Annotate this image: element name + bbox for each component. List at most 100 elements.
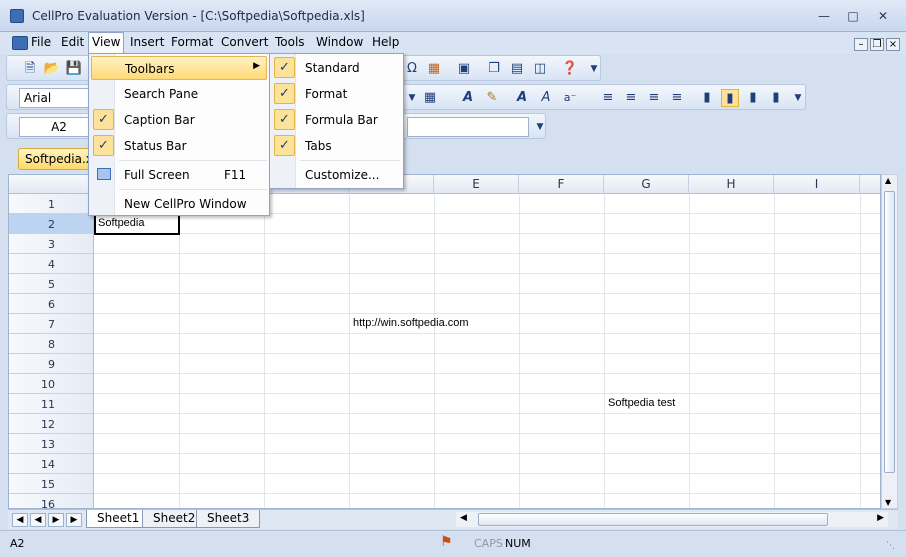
- doc-icon[interactable]: [12, 36, 28, 50]
- menu-file[interactable]: File: [31, 35, 51, 49]
- horizontal-scroll-thumb[interactable]: [478, 513, 828, 526]
- menu-format[interactable]: Format: [171, 35, 213, 49]
- mdi-restore-icon[interactable]: ❐: [870, 38, 884, 51]
- cell-g11[interactable]: Softpedia test: [608, 397, 675, 409]
- row-header[interactable]: 12: [9, 414, 94, 434]
- menu-item-standard[interactable]: ✓ Standard: [272, 56, 401, 80]
- split-horizontal-icon[interactable]: ▤: [508, 60, 526, 78]
- row-header[interactable]: 13: [9, 434, 94, 454]
- menu-item-full-screen[interactable]: Full Screen F11: [91, 163, 267, 187]
- open-folder-icon[interactable]: 📂: [43, 60, 61, 78]
- column-header[interactable]: G: [604, 175, 689, 194]
- menu-item-format[interactable]: ✓ Format: [272, 82, 401, 106]
- help-icon[interactable]: ❓: [561, 60, 579, 78]
- menu-edit[interactable]: Edit: [61, 35, 84, 49]
- vertical-scrollbar[interactable]: ▲ ▼: [881, 174, 898, 509]
- mdi-minimize-icon[interactable]: –: [854, 38, 868, 51]
- sheet-tab-3[interactable]: Sheet3: [196, 510, 261, 528]
- resize-grip-icon[interactable]: ⋱: [886, 541, 895, 551]
- first-sheet-icon[interactable]: ◀: [12, 513, 28, 527]
- text-case-icon[interactable]: a⁻: [561, 89, 579, 107]
- select-all-corner[interactable]: [9, 175, 94, 194]
- row-header[interactable]: 15: [9, 474, 94, 494]
- prev-sheet-icon[interactable]: ◀: [30, 513, 46, 527]
- toolbar-options-icon[interactable]: ▼: [585, 60, 603, 78]
- row-header[interactable]: 8: [9, 334, 94, 354]
- windows-icon[interactable]: ❐: [485, 60, 503, 78]
- row-header[interactable]: 4: [9, 254, 94, 274]
- menu-item-toolbars[interactable]: Toolbars ▶: [91, 56, 267, 80]
- horizontal-scrollbar[interactable]: ◀ ▶: [456, 512, 888, 527]
- menu-item-status-bar[interactable]: ✓ Status Bar: [91, 134, 267, 158]
- barcode-active-icon[interactable]: ▮: [721, 89, 739, 107]
- fill-icon[interactable]: ✎: [483, 89, 501, 107]
- menu-help[interactable]: Help: [372, 35, 399, 49]
- align-right-icon[interactable]: ≡: [645, 89, 663, 107]
- font-name-field[interactable]: Arial: [19, 88, 95, 108]
- vertical-scroll-thumb[interactable]: [884, 191, 895, 473]
- barcode-more-icon[interactable]: ▮: [767, 89, 785, 107]
- row-header[interactable]: 11: [9, 394, 94, 414]
- mdi-close-icon[interactable]: ×: [886, 38, 900, 51]
- spreadsheet-grid[interactable]: A B C D E F G H I 1 2 3 4 5 6 7 8 9 10 1…: [8, 174, 881, 509]
- barcode-icon[interactable]: ▮: [698, 89, 716, 107]
- name-box[interactable]: A2: [19, 117, 99, 137]
- formula-input[interactable]: [407, 117, 529, 137]
- menu-tools[interactable]: Tools: [275, 35, 305, 49]
- align-center-icon[interactable]: ≡: [622, 89, 640, 107]
- justify-icon[interactable]: ≡: [668, 89, 686, 107]
- barcode-alt-icon[interactable]: ▮: [744, 89, 762, 107]
- toolbar-options-icon[interactable]: ▼: [789, 89, 807, 107]
- dropdown-icon[interactable]: ▼: [403, 89, 421, 107]
- grid-line: [94, 473, 880, 474]
- next-sheet-icon[interactable]: ▶: [48, 513, 64, 527]
- grid-line: [689, 194, 690, 508]
- menu-insert[interactable]: Insert: [130, 35, 164, 49]
- formula-expand-icon[interactable]: ▼: [531, 118, 549, 136]
- scroll-left-icon[interactable]: ◀: [460, 513, 467, 523]
- row-header[interactable]: 7: [9, 314, 94, 334]
- grow-font-icon[interactable]: A: [513, 89, 531, 107]
- scroll-up-icon[interactable]: ▲: [885, 176, 891, 185]
- border-icon[interactable]: ▦: [421, 89, 439, 107]
- row-header[interactable]: 5: [9, 274, 94, 294]
- align-left-icon[interactable]: ≡: [599, 89, 617, 107]
- font-color-icon[interactable]: A: [459, 89, 477, 107]
- shrink-font-icon[interactable]: A: [537, 89, 555, 107]
- row-header[interactable]: 10: [9, 374, 94, 394]
- row-header[interactable]: 14: [9, 454, 94, 474]
- form-icon[interactable]: ▣: [455, 60, 473, 78]
- column-header[interactable]: F: [519, 175, 604, 194]
- row-header[interactable]: 16: [9, 494, 94, 508]
- new-file-icon[interactable]: 🗎: [21, 60, 39, 78]
- scroll-right-icon[interactable]: ▶: [877, 513, 884, 523]
- menu-item-customize[interactable]: Customize...: [272, 163, 401, 187]
- omega-icon[interactable]: Ω: [403, 60, 421, 78]
- row-header[interactable]: 6: [9, 294, 94, 314]
- column-header[interactable]: E: [434, 175, 519, 194]
- close-icon[interactable]: ✕: [873, 8, 893, 24]
- scroll-down-icon[interactable]: ▼: [885, 498, 891, 507]
- sheet-tab-1[interactable]: Sheet1: [86, 510, 151, 528]
- menu-convert[interactable]: Convert: [221, 35, 268, 49]
- save-icon[interactable]: 💾: [65, 60, 83, 78]
- split-vertical-icon[interactable]: ◫: [531, 60, 549, 78]
- column-header[interactable]: I: [774, 175, 860, 194]
- menu-item-caption-bar[interactable]: ✓ Caption Bar: [91, 108, 267, 132]
- minimize-icon[interactable]: —: [814, 8, 834, 24]
- menu-item-new-window[interactable]: New CellPro Window: [91, 192, 267, 216]
- menu-item-search-pane[interactable]: Search Pane: [91, 82, 267, 106]
- cell-d7[interactable]: http://win.softpedia.com: [353, 317, 469, 329]
- row-header[interactable]: 3: [9, 234, 94, 254]
- last-sheet-icon[interactable]: ▶: [66, 513, 82, 527]
- menu-view[interactable]: View: [88, 32, 125, 54]
- row-header[interactable]: 2: [9, 214, 94, 234]
- maximize-icon[interactable]: □: [843, 8, 863, 24]
- menu-item-formula-bar[interactable]: ✓ Formula Bar: [272, 108, 401, 132]
- column-header[interactable]: H: [689, 175, 774, 194]
- row-header[interactable]: 1: [9, 194, 94, 214]
- menu-item-tabs[interactable]: ✓ Tabs: [272, 134, 401, 158]
- row-header[interactable]: 9: [9, 354, 94, 374]
- calendar-icon[interactable]: ▦: [425, 60, 443, 78]
- menu-window[interactable]: Window: [316, 35, 363, 49]
